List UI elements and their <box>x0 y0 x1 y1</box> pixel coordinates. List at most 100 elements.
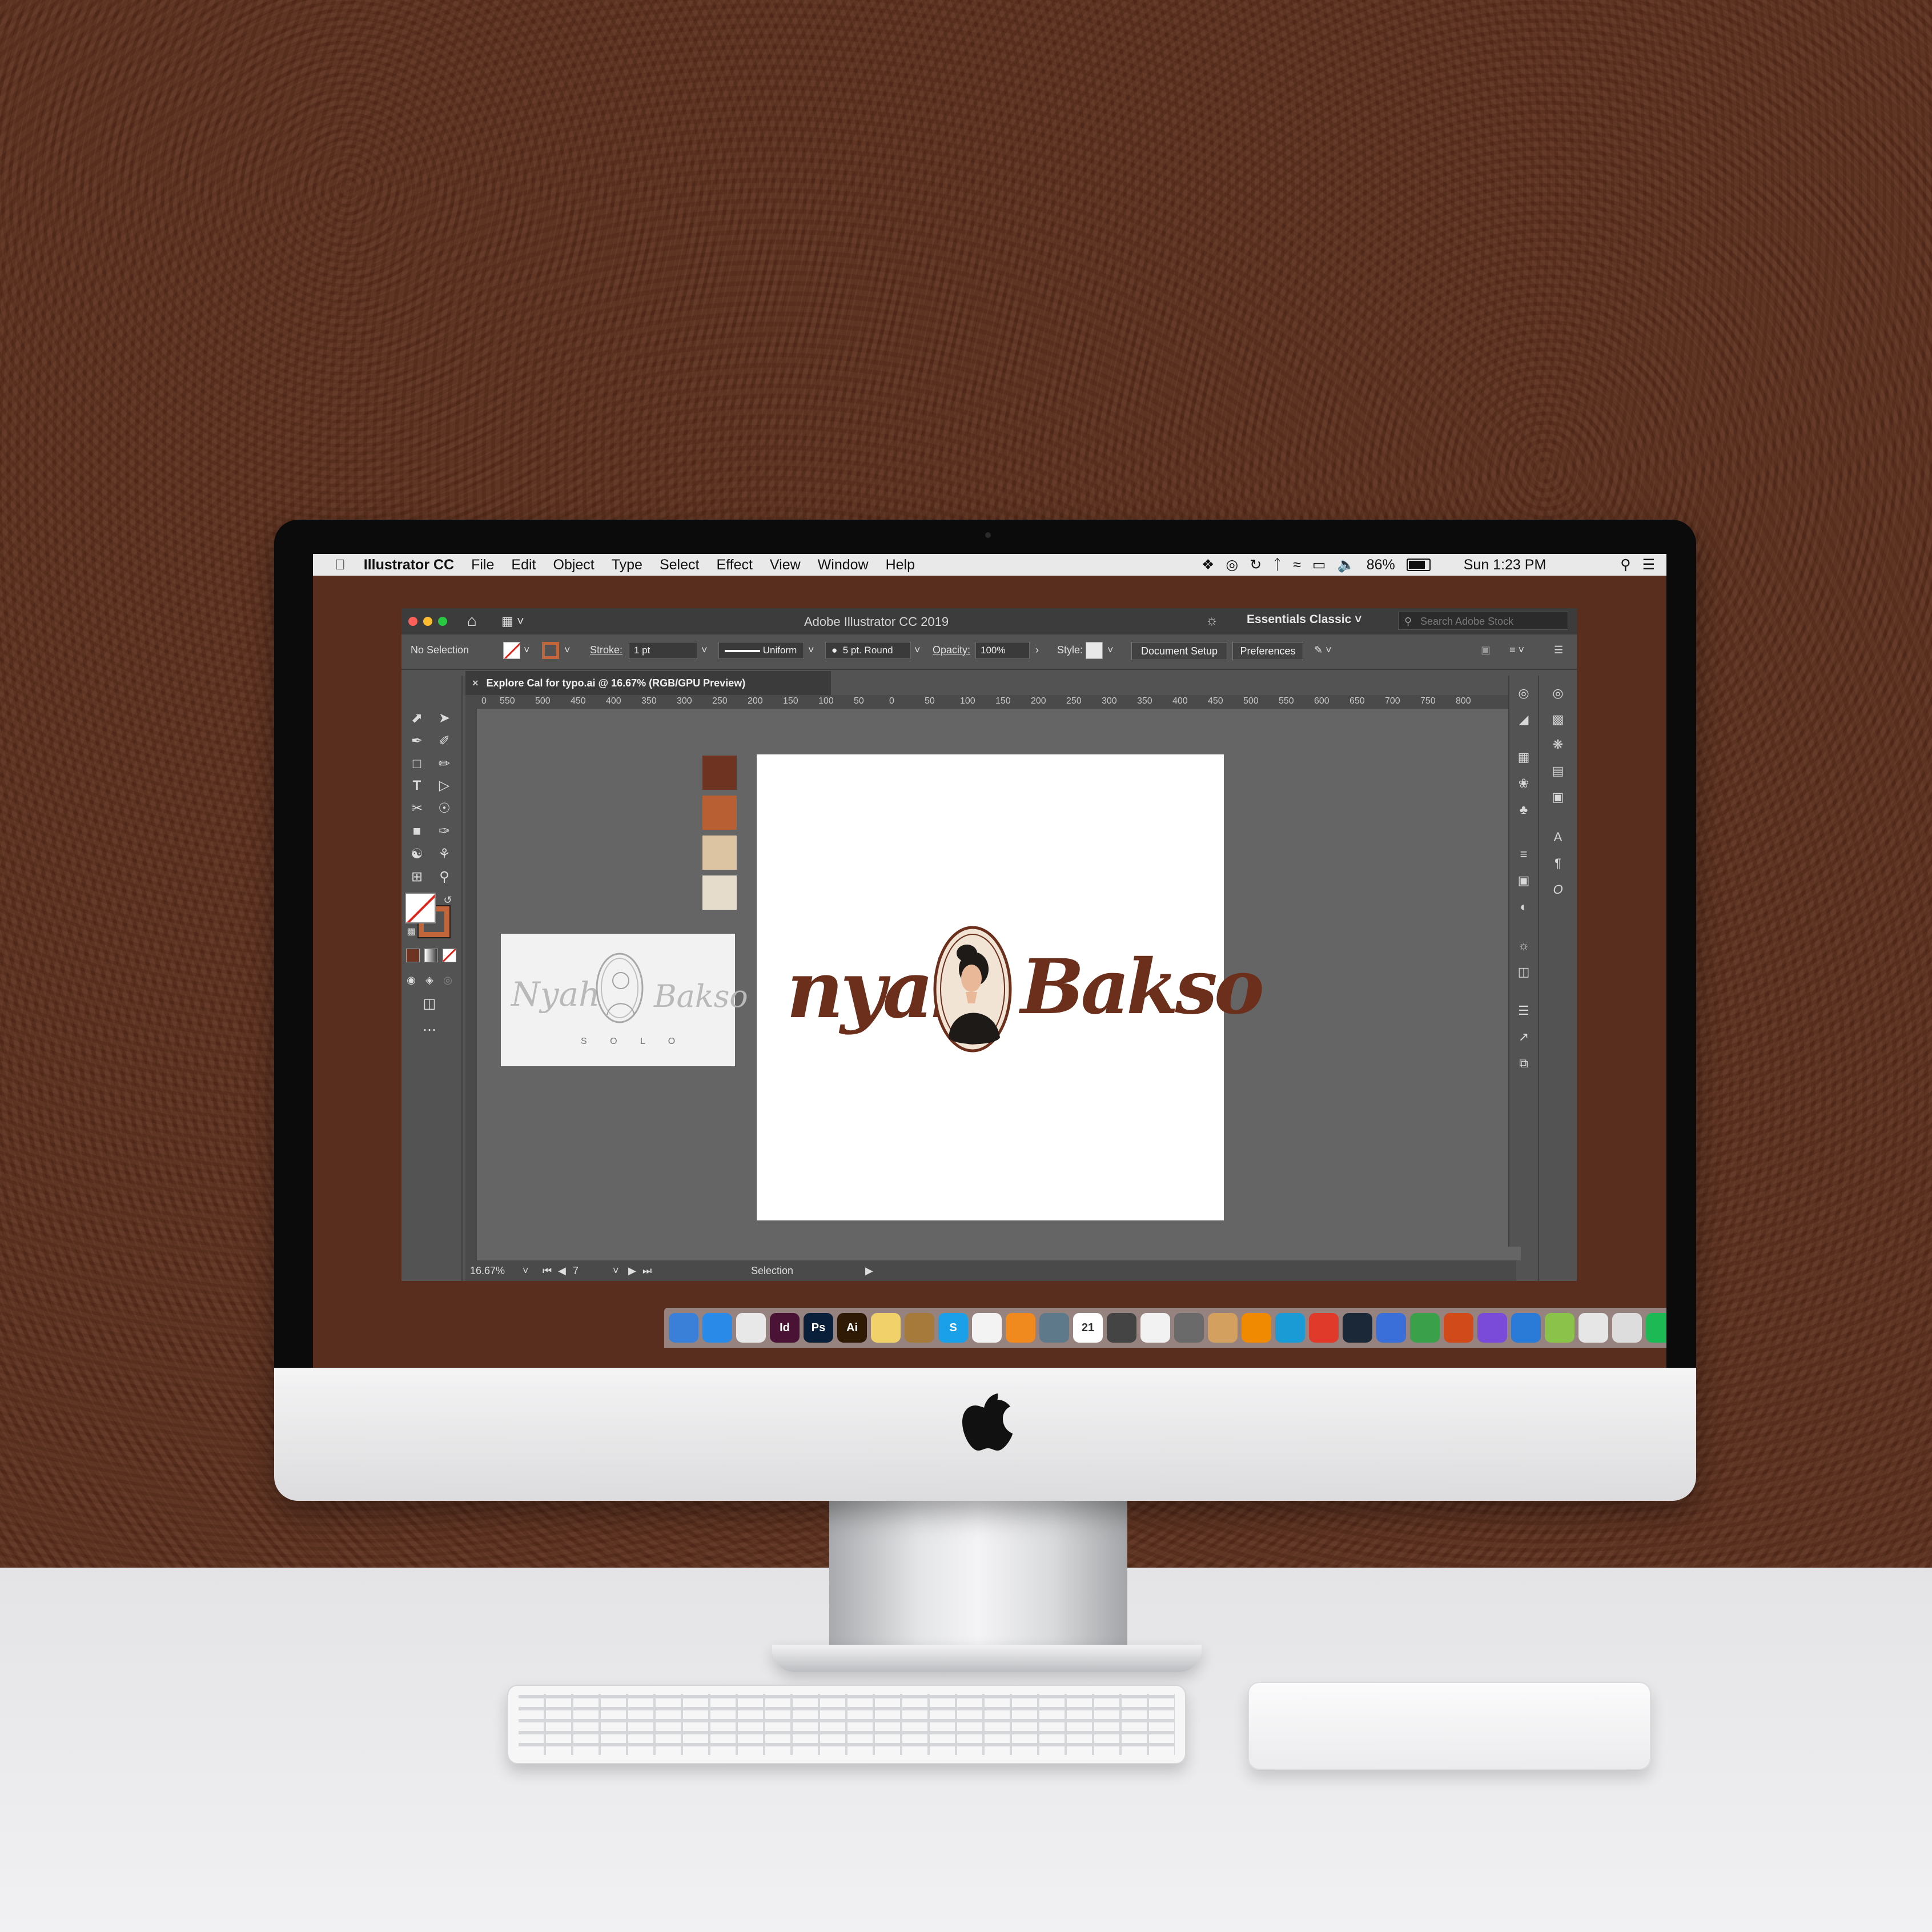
stroke-panel-icon[interactable]: ≡ <box>1515 847 1532 862</box>
curvature-tool-icon[interactable]: ✐ <box>435 733 454 750</box>
profile-dropdown-icon[interactable]: ˅ <box>808 644 814 656</box>
symbols-panel-icon[interactable]: ♣ <box>1515 802 1532 817</box>
photoshop-icon[interactable]: Ps <box>804 1313 833 1343</box>
palette-swatch-dark-brown[interactable] <box>702 756 737 790</box>
brushes-panel-icon[interactable]: ❀ <box>1515 776 1532 791</box>
app-menu[interactable]: Illustrator CC <box>364 557 454 573</box>
transparency-panel-icon[interactable]: ◐ <box>1515 899 1532 914</box>
fill-color-box[interactable] <box>405 893 436 923</box>
current-tool-status[interactable]: Selection <box>751 1260 793 1281</box>
volume-icon[interactable]: 🔈 <box>1337 557 1355 573</box>
previous-artboard-icon[interactable]: ◀ <box>558 1260 566 1281</box>
text-edit-icon[interactable] <box>1578 1313 1608 1343</box>
wifi-icon[interactable]: ≈ <box>1293 557 1301 573</box>
chrome-icon[interactable] <box>736 1313 766 1343</box>
pen-tool-icon[interactable]: ✒ <box>407 733 427 750</box>
zoom-dropdown-icon[interactable]: ˅ <box>523 1260 529 1281</box>
system-preferences-icon[interactable] <box>1174 1313 1204 1343</box>
transform-icon[interactable]: ▣ <box>1481 644 1491 656</box>
document-tab[interactable]: × Explore Cal for typo.ai @ 16.67% (RGB/G… <box>465 671 831 695</box>
character-panel-icon[interactable]: A <box>1549 830 1567 845</box>
rectangle-tool-icon[interactable]: □ <box>407 756 427 773</box>
variable-width-profile[interactable]: Uniform <box>718 642 804 659</box>
selection-tool-icon[interactable]: ⬈ <box>407 710 427 727</box>
onenote-icon[interactable] <box>1477 1313 1507 1343</box>
image-capture-icon[interactable] <box>1612 1313 1642 1343</box>
first-artboard-icon[interactable]: ⏮ <box>543 1260 552 1281</box>
menu-window[interactable]: Window <box>818 557 869 573</box>
reflect-tool-icon[interactable]: ▷ <box>435 777 454 794</box>
draw-behind-icon[interactable]: ◈ <box>420 971 439 989</box>
workspace-switcher[interactable]: Essentials Classic ˅ <box>1247 613 1389 630</box>
fill-dropdown-icon[interactable]: ˅ <box>524 644 530 656</box>
palette-swatch-cream[interactable] <box>702 875 737 910</box>
color-guide-icon[interactable]: ❋ <box>1549 737 1567 752</box>
shape-builder-tool-icon[interactable]: ☉ <box>435 800 454 817</box>
spotlight-icon[interactable]: ⚲ <box>1620 556 1630 573</box>
symbol-sprayer-tool-icon[interactable]: ⚘ <box>435 846 454 863</box>
zoom-window-button[interactable] <box>438 617 447 626</box>
draw-normal-icon[interactable]: ◉ <box>401 971 421 989</box>
stroke-swatch[interactable] <box>542 642 559 659</box>
powerpoint-icon[interactable] <box>1444 1313 1473 1343</box>
align-panel-icon[interactable]: ▤ <box>1549 764 1567 778</box>
appearance-panel-icon[interactable]: ☼ <box>1515 938 1532 953</box>
creative-cloud-icon[interactable]: ◎ <box>1226 556 1238 573</box>
cc-libraries-icon[interactable]: ◎ <box>1515 686 1532 701</box>
airplay-icon[interactable]: ▭ <box>1312 556 1326 573</box>
blend-tool-icon[interactable]: ☯ <box>407 846 427 863</box>
itunes-icon[interactable] <box>972 1313 1002 1343</box>
palette-swatch-tan[interactable] <box>702 836 737 870</box>
palette-swatch-orange-brown[interactable] <box>702 796 737 830</box>
pathfinder-panel-icon[interactable]: ⧉ <box>1515 1056 1532 1071</box>
color-mode-button[interactable] <box>406 949 420 962</box>
opentype-panel-icon[interactable]: O <box>1549 882 1567 897</box>
none-mode-button[interactable] <box>443 949 456 962</box>
panel-menu-icon[interactable]: ☰ <box>1554 644 1563 656</box>
zoom-level[interactable]: 16.67% <box>470 1260 505 1281</box>
android-icon[interactable] <box>1545 1313 1574 1343</box>
scissors-tool-icon[interactable]: ✂ <box>407 800 427 817</box>
steam-icon[interactable] <box>1343 1313 1372 1343</box>
arrange-icon[interactable]: ✎ ˅ <box>1314 644 1332 656</box>
brush-definition[interactable]: ● 5 pt. Round <box>825 642 911 659</box>
lightbulb-icon[interactable]: ☼ <box>1206 613 1218 629</box>
bluetooth-icon[interactable]: ᛏ <box>1273 557 1282 573</box>
skype-icon[interactable]: S <box>938 1313 968 1343</box>
stickies-icon[interactable] <box>871 1313 901 1343</box>
transform-panel-icon[interactable]: ▣ <box>1549 790 1567 805</box>
stroke-weight-input[interactable]: 1 pt <box>629 642 697 659</box>
contacts-icon[interactable] <box>905 1313 934 1343</box>
opacity-input[interactable]: 100% <box>975 642 1030 659</box>
screen-mode-icon[interactable]: ◫ <box>420 995 439 1013</box>
menu-help[interactable]: Help <box>886 557 915 573</box>
excel-icon[interactable] <box>1410 1313 1440 1343</box>
default-colors-icon[interactable]: ▩ <box>401 923 421 941</box>
gradient-tool-icon[interactable]: ■ <box>407 823 427 840</box>
paragraph-panel-icon[interactable]: ¶ <box>1549 856 1567 871</box>
menu-select[interactable]: Select <box>660 557 699 573</box>
type-tool-icon[interactable]: T <box>407 777 427 794</box>
cyberduck-icon[interactable] <box>1208 1313 1238 1343</box>
menu-file[interactable]: File <box>471 557 494 573</box>
stroke-dropdown-icon[interactable]: ˅ <box>564 644 571 656</box>
teams-icon[interactable] <box>1511 1313 1541 1343</box>
graphic-styles-panel-icon[interactable]: ◫ <box>1515 965 1532 979</box>
menu-effect[interactable]: Effect <box>716 557 752 573</box>
ibooks-icon[interactable] <box>1006 1313 1035 1343</box>
artboard-tool-icon[interactable]: ⊞ <box>407 869 427 886</box>
minimize-window-button[interactable] <box>423 617 432 626</box>
menu-type[interactable]: Type <box>612 557 642 573</box>
more-tools-icon[interactable]: ⋯ <box>420 1022 439 1039</box>
last-artboard-icon[interactable]: ⏭ <box>642 1260 652 1281</box>
reference-sketch[interactable]: Nyah Bakso S O L O <box>501 934 748 1066</box>
stroke-label[interactable]: Stroke: <box>590 644 622 656</box>
gradient-panel-icon[interactable]: ▣ <box>1515 873 1532 888</box>
document-setup-button[interactable]: Document Setup <box>1131 642 1227 660</box>
photo-booth-icon[interactable] <box>1107 1313 1136 1343</box>
home-icon[interactable]: ⌂ <box>467 612 477 630</box>
brush-dropdown-icon[interactable]: ˅ <box>914 644 921 656</box>
calendar-icon[interactable]: 21 <box>1073 1313 1103 1343</box>
swap-fill-stroke-icon[interactable]: ↺ <box>438 891 457 909</box>
swatches-panel-icon[interactable]: ▩ <box>1549 712 1567 727</box>
